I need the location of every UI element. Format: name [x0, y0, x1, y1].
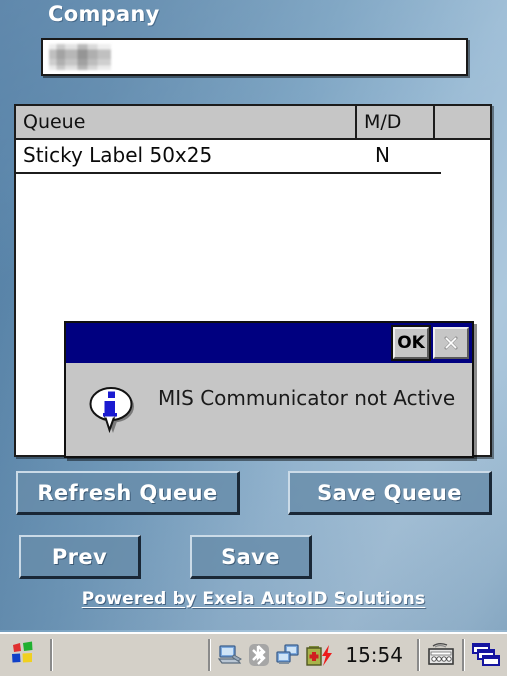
windows-flag-icon: [12, 641, 33, 663]
bluetooth-icon[interactable]: [247, 642, 271, 668]
system-tray: 15:54: [217, 642, 411, 668]
close-icon: [443, 335, 459, 351]
taskbar-divider-2: [208, 639, 212, 671]
cell-queue: Sticky Label 50x25: [23, 143, 213, 167]
cell-extra: [435, 140, 490, 172]
column-header-md[interactable]: M/D: [357, 106, 435, 138]
table-row[interactable]: Sticky Label 50x25 N: [16, 140, 490, 172]
cell-md: N: [375, 143, 390, 167]
taskbar-divider: [50, 639, 53, 671]
taskbar-clock[interactable]: 15:54: [345, 643, 403, 667]
dialog-message: MIS Communicator not Active: [158, 386, 456, 410]
refresh-queue-button[interactable]: Refresh Queue: [16, 471, 240, 515]
queue-list-header: Queue M/D: [16, 106, 490, 140]
device-screen: Company Queue M/D Sticky Label 50x25 N O…: [0, 0, 507, 676]
save-queue-button[interactable]: Save Queue: [288, 471, 492, 515]
column-header-queue[interactable]: Queue: [16, 106, 357, 138]
taskbar-divider-4: [462, 639, 465, 671]
message-dialog: OK MIS Communicator not Active: [64, 321, 474, 458]
taskbar: 15:54: [0, 632, 507, 676]
prev-button[interactable]: Prev: [19, 535, 141, 579]
keyboard-icon[interactable]: [426, 641, 456, 669]
column-header-extra[interactable]: [435, 106, 490, 138]
company-input[interactable]: [41, 38, 468, 76]
network-connection-icon[interactable]: [275, 642, 301, 668]
desktop-pc-icon[interactable]: [217, 642, 243, 668]
info-icon: [89, 387, 134, 434]
battery-charging-icon[interactable]: [305, 642, 335, 668]
save-button[interactable]: Save: [190, 535, 312, 579]
start-button[interactable]: [0, 635, 44, 675]
window-stack-icon[interactable]: [471, 641, 501, 669]
dialog-close-button[interactable]: [433, 327, 469, 359]
taskbar-divider-3: [417, 639, 420, 671]
queue-list[interactable]: Queue M/D Sticky Label 50x25 N OK MIS Co…: [14, 104, 492, 458]
company-label: Company: [48, 2, 160, 26]
row-separator: [16, 172, 441, 174]
dialog-ok-button[interactable]: OK: [391, 325, 431, 361]
dialog-titlebar: OK: [66, 323, 472, 363]
company-value-redacted: [49, 44, 111, 70]
powered-by-link[interactable]: Powered by Exela AutoID Solutions: [0, 589, 507, 609]
dialog-body: MIS Communicator not Active: [66, 363, 472, 456]
